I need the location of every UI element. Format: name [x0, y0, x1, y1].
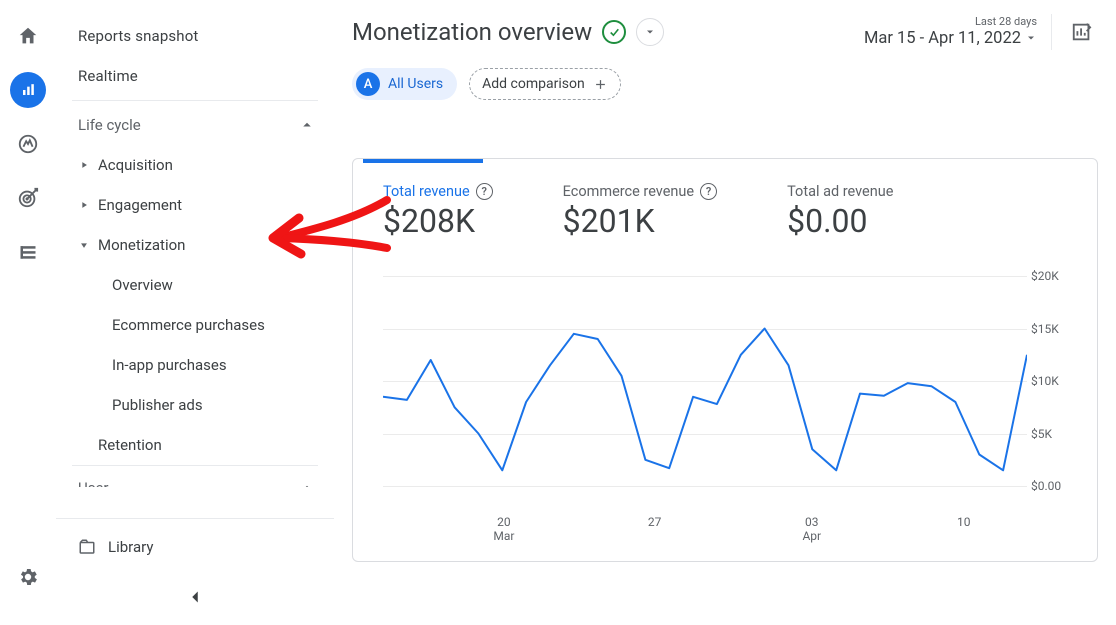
rail-configure[interactable]: [10, 234, 46, 270]
rail-reports[interactable]: [10, 72, 46, 108]
chevron-up-icon: [298, 116, 316, 134]
section-user-label: User: [78, 479, 109, 487]
chart-y-tick: $20K: [1031, 269, 1083, 283]
segment-label: All Users: [388, 76, 443, 92]
metric-label: Total ad revenue: [787, 183, 893, 200]
target-icon: [17, 187, 39, 209]
explore-icon: [17, 133, 39, 155]
reports-icon: [18, 80, 38, 100]
add-comparison-button[interactable]: Add comparison: [469, 68, 621, 100]
chevron-up-icon: [298, 479, 316, 487]
status-ok-badge[interactable]: [602, 20, 626, 44]
chart-x-tick: 10: [957, 515, 971, 529]
sub-overview[interactable]: Overview: [56, 265, 334, 305]
home-icon: [17, 25, 39, 47]
nav-library-label: Library: [108, 538, 153, 556]
caret-right-icon: [79, 200, 89, 210]
tree-monetization-label: Monetization: [98, 236, 185, 254]
caret-down-icon: [79, 240, 89, 250]
metric-label: Total revenue: [383, 183, 470, 200]
nav-reports-snapshot[interactable]: Reports snapshot: [56, 16, 334, 56]
gear-icon: [17, 566, 39, 588]
chevron-left-icon: [184, 586, 206, 608]
caret-right-icon: [79, 160, 89, 170]
nav-library[interactable]: Library: [56, 529, 334, 565]
sub-publisher-ads[interactable]: Publisher ads: [56, 385, 334, 425]
title-menu-button[interactable]: [636, 18, 664, 46]
configure-icon: [18, 242, 38, 262]
library-icon: [78, 538, 96, 556]
tree-engagement-label: Engagement: [98, 196, 182, 214]
metric-total-ad-revenue[interactable]: Total ad revenue $0.00: [787, 183, 893, 240]
revenue-line-chart: $20K$15K$10K$5K$0.00: [383, 276, 1083, 511]
caret-down-icon: [1025, 32, 1037, 44]
tree-acquisition[interactable]: Acquisition: [56, 145, 334, 185]
chart-y-tick: $5K: [1031, 427, 1083, 441]
section-lifecycle-label: Life cycle: [78, 116, 141, 134]
help-icon[interactable]: ?: [700, 183, 717, 200]
add-comparison-label: Add comparison: [482, 76, 585, 92]
chart-x-axis: 20Mar 27 03Apr 10: [383, 515, 1083, 545]
metric-total-revenue[interactable]: Total revenue ? $208K: [383, 183, 493, 240]
section-lifecycle[interactable]: Life cycle: [56, 105, 334, 145]
date-range-preset: Last 28 days: [864, 16, 1037, 28]
chart-x-tick: 27: [648, 515, 662, 529]
metric-ecommerce-revenue[interactable]: Ecommerce revenue ? $201K: [563, 183, 717, 240]
chart-y-tick: $10K: [1031, 374, 1083, 388]
metric-value: $208K: [383, 202, 493, 240]
plus-icon: [593, 77, 608, 92]
sub-in-app-purchases[interactable]: In-app purchases: [56, 345, 334, 385]
rail-explore[interactable]: [10, 126, 46, 162]
revenue-card: Total revenue ? $208K Ecommerce revenue …: [352, 158, 1098, 562]
edit-comparisons-button[interactable]: [1066, 16, 1098, 48]
insights-icon: [1071, 21, 1093, 43]
metric-value: $0.00: [787, 202, 893, 240]
chart-x-tick: 03Apr: [802, 515, 821, 544]
nav-realtime[interactable]: Realtime: [56, 56, 334, 96]
rail-advertising[interactable]: [10, 180, 46, 216]
rail-settings[interactable]: [10, 559, 46, 595]
collapse-sidenav[interactable]: [179, 581, 211, 613]
divider: [1051, 14, 1052, 50]
caret-down-icon: [644, 26, 656, 38]
section-user[interactable]: User: [72, 468, 318, 487]
segment-badge: A: [356, 72, 380, 96]
page-title: Monetization overview: [352, 18, 592, 46]
date-range-value: Mar 15 - Apr 11, 2022: [864, 29, 1021, 48]
check-icon: [608, 26, 621, 39]
tree-retention-label: Retention: [98, 436, 162, 454]
chart-y-tick: $0.00: [1031, 479, 1083, 493]
chart-y-tick: $15K: [1031, 322, 1083, 336]
help-icon[interactable]: ?: [476, 183, 493, 200]
chart-x-tick: 20Mar: [493, 515, 514, 544]
tree-acquisition-label: Acquisition: [98, 156, 173, 174]
sub-ecommerce-purchases[interactable]: Ecommerce purchases: [56, 305, 334, 345]
date-range-picker[interactable]: Last 28 days Mar 15 - Apr 11, 2022: [864, 16, 1037, 47]
tree-retention[interactable]: Retention: [56, 425, 334, 465]
divider: [72, 100, 318, 101]
tree-monetization[interactable]: Monetization: [56, 225, 334, 265]
segment-all-users[interactable]: A All Users: [352, 68, 457, 100]
metric-label: Ecommerce revenue: [563, 183, 694, 200]
rail-home[interactable]: [10, 18, 46, 54]
metric-value: $201K: [563, 202, 717, 240]
tree-engagement[interactable]: Engagement: [56, 185, 334, 225]
